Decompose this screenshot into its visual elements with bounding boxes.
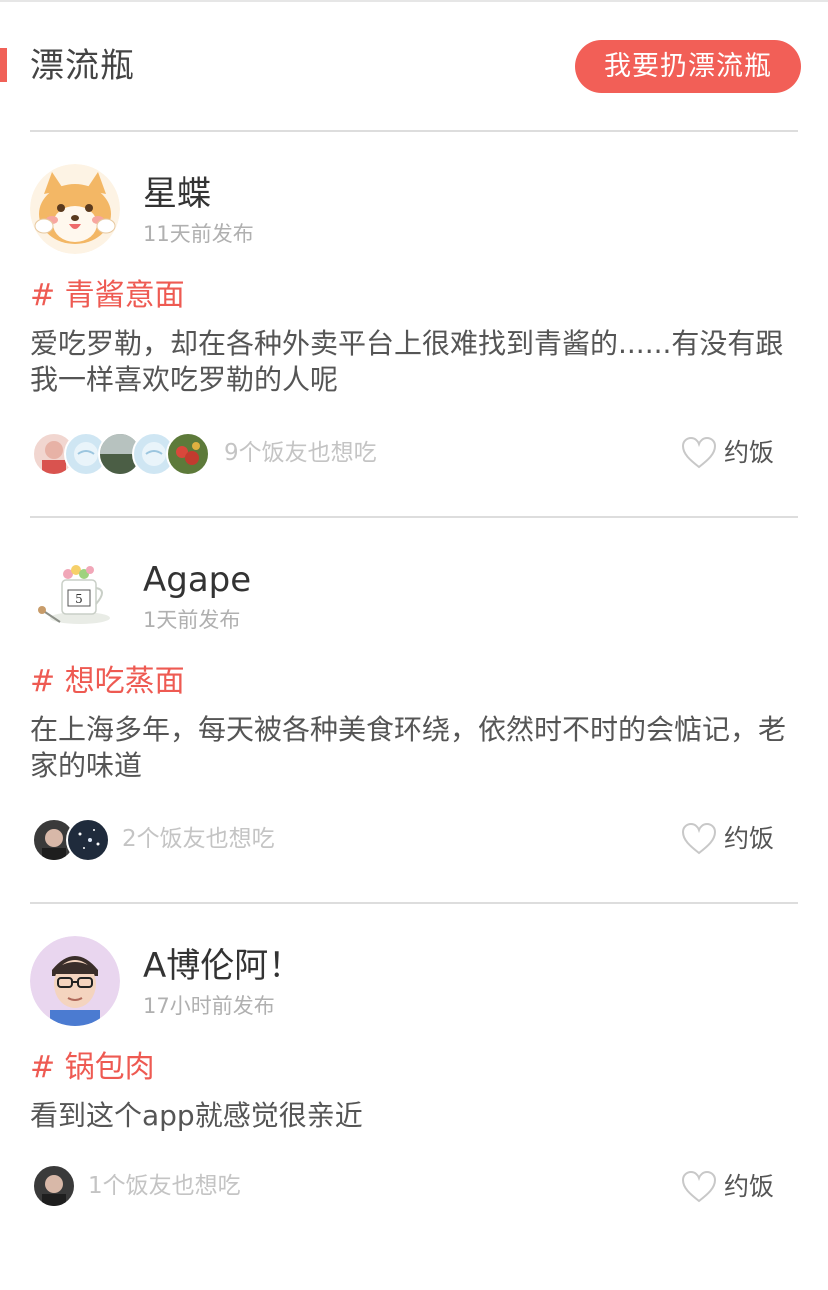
page-header: 漂流瓶 我要扔漂流瓶 <box>0 0 828 132</box>
post-card[interactable]: 5 Agape 1天前发布 # 想吃蒸面 在上海多年，每天被各种美食环绕，依然时… <box>0 518 828 904</box>
heart-outline-icon <box>681 1170 717 1203</box>
date-meal-button[interactable]: 约饭 <box>680 818 790 862</box>
page-title: 漂流瓶 <box>30 46 135 86</box>
dish-tag[interactable]: # 青酱意面 <box>30 276 185 316</box>
avatar[interactable] <box>30 936 120 1026</box>
date-meal-button[interactable]: 约饭 <box>680 1166 790 1210</box>
friend-count: 2个饭友也想吃 <box>122 826 275 852</box>
friend-avatar <box>32 1164 76 1208</box>
post-time: 11天前发布 <box>143 222 254 246</box>
dish-tag[interactable]: # 锅包肉 <box>30 1048 155 1088</box>
friend-count: 9个饭友也想吃 <box>224 440 377 466</box>
avatar[interactable]: 5 <box>30 550 120 640</box>
post-card[interactable]: A博伦阿！ 17小时前发布 # 锅包肉 看到这个app就感觉很亲近 1个饭友也想… <box>0 904 828 1290</box>
title-accent-bar <box>0 48 7 82</box>
username[interactable]: Agape <box>143 558 251 602</box>
username[interactable]: A博伦阿！ <box>143 944 302 988</box>
heart-outline-icon <box>681 822 717 855</box>
post-time: 17小时前发布 <box>143 994 275 1018</box>
svg-text:5: 5 <box>75 592 83 606</box>
friend-count: 1个饭友也想吃 <box>88 1173 241 1199</box>
post-time: 1天前发布 <box>143 608 241 632</box>
date-meal-button[interactable]: 约饭 <box>680 432 790 476</box>
throw-bottle-button[interactable]: 我要扔漂流瓶 <box>575 40 801 93</box>
post-card[interactable]: 星蝶 11天前发布 # 青酱意面 爱吃罗勒，却在各种外卖平台上很难找到青酱的..… <box>0 132 828 518</box>
date-meal-label: 约饭 <box>724 1172 775 1201</box>
shiba-avatar-icon <box>30 164 120 254</box>
person-avatar-icon <box>30 936 120 1026</box>
friend-avatar <box>166 432 210 476</box>
post-content: 爱吃罗勒，却在各种外卖平台上很难找到青酱的......有没有跟我一样喜欢吃罗勒的… <box>30 327 784 396</box>
post-content: 在上海多年，每天被各种美食环绕，依然时不时的会惦记，老家的味道 <box>30 713 787 782</box>
post-content: 看到这个app就感觉很亲近 <box>30 1099 363 1132</box>
avatar[interactable] <box>30 164 120 254</box>
friend-avatar <box>66 818 110 862</box>
heart-outline-icon <box>681 436 717 469</box>
date-meal-label: 约饭 <box>724 824 775 853</box>
coffee-cup-avatar-icon: 5 <box>30 550 120 640</box>
username[interactable]: 星蝶 <box>143 172 211 216</box>
dish-tag[interactable]: # 想吃蒸面 <box>30 662 185 702</box>
date-meal-label: 约饭 <box>724 438 775 467</box>
